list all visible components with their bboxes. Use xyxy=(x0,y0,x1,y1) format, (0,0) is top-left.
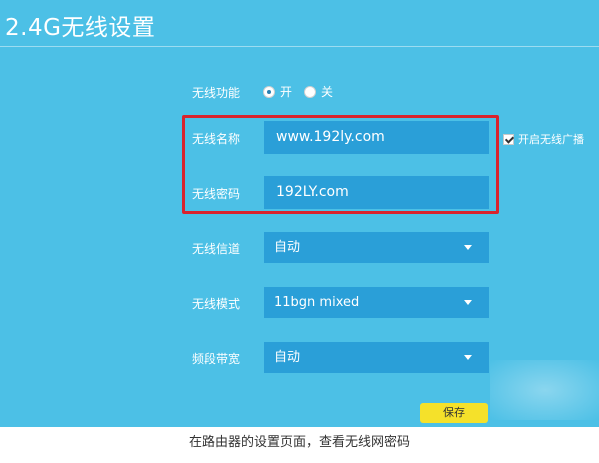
title-divider xyxy=(0,46,599,47)
chevron-down-icon xyxy=(464,245,472,250)
settings-panel: 2.4G无线设置 无线功能 开 关 无线名称 www.192ly.com 开启无… xyxy=(0,0,599,427)
page-title: 2.4G无线设置 xyxy=(5,15,156,41)
wireless-function-radio-group: 开 关 xyxy=(263,83,345,100)
mode-select[interactable]: 11bgn mixed xyxy=(264,287,489,318)
wireless-function-label: 无线功能 xyxy=(192,86,241,100)
chevron-down-icon xyxy=(464,300,472,305)
mode-value: 11bgn mixed xyxy=(274,295,360,310)
radio-on[interactable] xyxy=(263,85,275,98)
channel-select[interactable]: 自动 xyxy=(264,232,489,263)
channel-label: 无线信道 xyxy=(192,242,241,256)
broadcast-checkbox[interactable] xyxy=(503,133,514,145)
bandwidth-value: 自动 xyxy=(274,350,301,365)
mode-label: 无线模式 xyxy=(192,297,241,311)
radio-off[interactable] xyxy=(304,85,317,98)
radio-off-label[interactable]: 关 xyxy=(321,83,333,100)
bandwidth-select[interactable]: 自动 xyxy=(264,342,489,373)
broadcast-toggle[interactable]: 开启无线广播 xyxy=(503,131,584,147)
broadcast-label: 开启无线广播 xyxy=(518,133,584,146)
save-button[interactable]: 保存 xyxy=(420,403,488,423)
image-caption: 在路由器的设置页面，查看无线网密码 xyxy=(188,435,410,450)
watermark xyxy=(490,360,599,420)
highlight-box xyxy=(182,115,499,214)
bandwidth-label: 频段带宽 xyxy=(192,352,241,366)
radio-on-label[interactable]: 开 xyxy=(280,83,292,100)
channel-value: 自动 xyxy=(274,240,301,255)
chevron-down-icon xyxy=(464,355,472,360)
